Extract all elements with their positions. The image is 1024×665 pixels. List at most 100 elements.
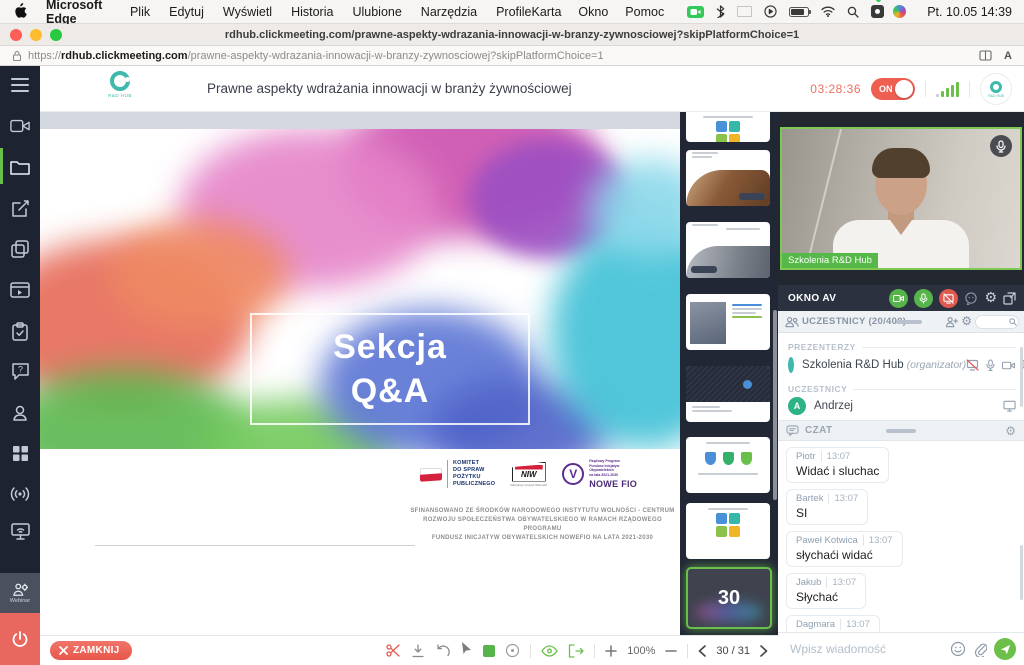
menubar-item-pomoc[interactable]: Pomoc [625, 5, 664, 19]
menubar-item-ulubione[interactable]: Ulubione [352, 5, 401, 19]
participants-search-input[interactable] [981, 318, 1009, 327]
wifi-icon[interactable] [821, 6, 835, 17]
slide-canvas[interactable]: Sekcja Q&A KOMITET DO SPRAW POŻYTKU PUBL… [40, 129, 680, 635]
menubar-clock[interactable]: Pt. 10.05 14:39 [927, 5, 1012, 19]
microphone-icon[interactable] [990, 135, 1012, 157]
attachment-icon[interactable] [973, 642, 987, 657]
color-swatch[interactable] [483, 645, 495, 657]
participants-drag-handle[interactable] [896, 320, 922, 324]
apple-icon[interactable] [14, 3, 27, 21]
undo-tool-icon[interactable] [435, 644, 450, 657]
menubar-app-name[interactable]: Microsoft Edge [46, 0, 111, 26]
emoji-icon[interactable] [950, 641, 966, 657]
eye-visibility-icon[interactable] [541, 645, 558, 657]
add-person-icon[interactable] [945, 316, 958, 328]
chat-time: 13:07 [863, 535, 893, 546]
send-message-button[interactable] [994, 638, 1016, 660]
screen-share-icon[interactable] [0, 518, 40, 544]
slide-thumbnail[interactable] [686, 222, 770, 278]
battery-icon[interactable] [789, 7, 809, 17]
presenter-camera-icon[interactable] [1002, 361, 1015, 370]
chat-settings-gear-icon[interactable]: ⚙ [1005, 425, 1016, 437]
menubar-item-okno[interactable]: Okno [578, 5, 608, 19]
minimize-window-button[interactable] [30, 29, 42, 41]
presenter-row[interactable]: Szkolenia R&D Hub (organizator) [778, 352, 1024, 378]
materials-icon[interactable] [0, 236, 40, 262]
close-presentation-button[interactable]: ZAMKNIJ [50, 641, 132, 660]
power-button[interactable] [0, 613, 40, 665]
apps-grid-icon[interactable] [0, 440, 40, 466]
close-window-button[interactable] [10, 29, 22, 41]
zoom-in-button[interactable] [605, 645, 617, 657]
slide-thumbnail-current[interactable]: 30 [686, 567, 772, 629]
camera-on-button[interactable] [889, 289, 908, 308]
media-player-icon[interactable] [0, 277, 40, 303]
presenter-slash-icon[interactable] [966, 359, 979, 371]
menubar-item-wyswietl[interactable]: Wyświetl [223, 5, 272, 19]
chat-message-list[interactable]: Piotr13:07 Widać i sluchac Bartek13:07 S… [778, 441, 1024, 632]
camera-active-icon[interactable] [687, 6, 704, 18]
on-air-toggle[interactable]: ON [871, 78, 915, 100]
exit-presentation-icon[interactable] [568, 644, 584, 658]
folder-icon[interactable] [0, 154, 40, 180]
next-slide-button[interactable] [760, 645, 768, 657]
download-tool-icon[interactable] [411, 644, 425, 658]
presenter-webcam[interactable]: Szkolenia R&D Hub [780, 127, 1022, 270]
participants-settings-gear-icon[interactable]: ⚙ [961, 315, 972, 327]
attendee-screen-icon[interactable] [1003, 400, 1016, 412]
pen-size-icon[interactable] [505, 643, 520, 658]
slide-thumbnail[interactable] [686, 150, 770, 206]
chat-message-input[interactable] [790, 642, 920, 656]
thumbnails-scrollbar[interactable] [773, 310, 777, 500]
participants-search[interactable] [975, 315, 1019, 329]
app-status-icon[interactable] [871, 5, 881, 18]
clipboard-check-icon[interactable] [0, 318, 40, 344]
fullscreen-window-button[interactable] [50, 29, 62, 41]
compose-icon[interactable] [0, 195, 40, 221]
av-settings-gear-icon[interactable]: ⚙ [984, 291, 997, 305]
slide-thumbnail[interactable] [686, 366, 770, 422]
assistant-icon[interactable] [893, 5, 906, 18]
scissors-tool-icon[interactable] [386, 643, 401, 658]
lock-icon[interactable] [12, 50, 22, 62]
reader-mode-icon[interactable]: A [1004, 50, 1012, 62]
mic-on-button[interactable] [914, 289, 933, 308]
connection-quality-icon[interactable] [936, 82, 959, 97]
sidebar-item-webinar[interactable]: Webinar [0, 573, 40, 613]
popout-window-icon[interactable] [1003, 292, 1016, 305]
menubar-item-profile[interactable]: Profile [496, 5, 531, 19]
play-circle-icon[interactable] [764, 5, 777, 18]
broadcast-icon[interactable] [0, 480, 40, 506]
zoom-out-button[interactable] [665, 645, 677, 657]
attendees-section-label: UCZESTNICY [788, 384, 1016, 394]
menubar-item-narzedzia[interactable]: Narzędzia [421, 5, 477, 19]
menu-icon[interactable] [0, 72, 40, 98]
slide-thumbnail[interactable] [686, 294, 770, 350]
bluetooth-icon[interactable] [716, 5, 725, 18]
chat-drag-handle[interactable] [886, 429, 916, 433]
browser-addressbar[interactable]: https://rdhub.clickmeeting.com/prawne-as… [0, 46, 1024, 66]
menubar-item-historia[interactable]: Historia [291, 5, 333, 19]
qa-bubble-icon[interactable]: ? [0, 359, 40, 385]
input-language-flag-icon[interactable] [737, 6, 752, 17]
chat-bubble-icon[interactable] [964, 292, 978, 305]
account-logo[interactable]: R&D HUB [980, 73, 1012, 105]
split-screen-icon[interactable] [979, 50, 992, 61]
previous-slide-button[interactable] [698, 645, 706, 657]
camera-icon[interactable] [0, 113, 40, 139]
screen-share-off-button[interactable] [939, 289, 958, 308]
menubar-item-karta[interactable]: Karta [532, 5, 562, 19]
menubar-item-edytuj[interactable]: Edytuj [169, 5, 204, 19]
certificates-icon[interactable] [0, 400, 40, 426]
spotlight-search-icon[interactable] [847, 6, 859, 18]
attendee-row[interactable]: A Andrzej [778, 394, 1024, 418]
slide-thumbnail[interactable] [686, 437, 770, 493]
slide-thumbnail[interactable] [686, 503, 770, 559]
chat-scrollbar[interactable] [1020, 545, 1023, 600]
slide-thumbnail[interactable] [686, 112, 770, 142]
url-text[interactable]: https://rdhub.clickmeeting.com/prawne-as… [28, 50, 604, 62]
presenter-mic-icon[interactable] [986, 359, 995, 371]
pointer-tool-icon[interactable] [460, 641, 473, 660]
participants-scrollbar[interactable] [1020, 347, 1023, 407]
menubar-item-plik[interactable]: Plik [130, 5, 150, 19]
